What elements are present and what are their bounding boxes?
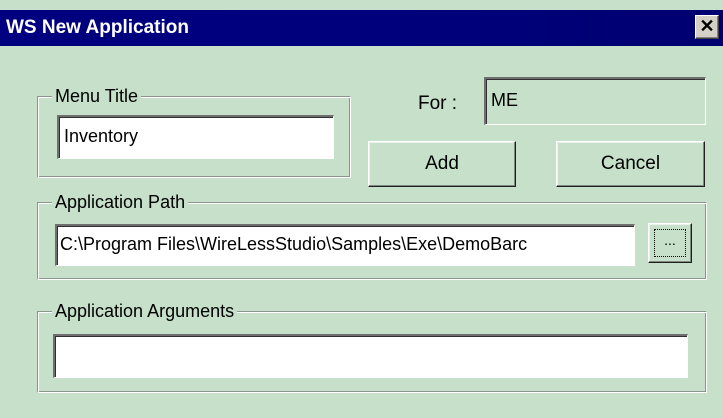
close-button[interactable]: ✕ <box>695 15 719 39</box>
application-path-legend: Application Path <box>52 192 189 213</box>
window-title: WS New Application <box>6 17 189 38</box>
for-field: ME <box>484 77 706 125</box>
application-arguments-legend: Application Arguments <box>52 301 238 322</box>
cancel-button[interactable]: Cancel <box>556 141 705 187</box>
browse-icon: ... <box>654 229 686 257</box>
close-icon: ✕ <box>699 16 715 36</box>
new-application-dialog: WS New Application ✕ Menu Title Inventor… <box>0 0 723 418</box>
browse-button[interactable]: ... <box>648 223 692 263</box>
application-path-input[interactable]: C:\Program Files\WireLessStudio\Samples\… <box>55 224 635 266</box>
menu-title-input[interactable]: Inventory <box>57 115 334 159</box>
application-arguments-group: Application Arguments <box>37 301 707 393</box>
application-arguments-input[interactable] <box>53 334 688 378</box>
title-bar[interactable]: WS New Application ✕ <box>0 10 723 46</box>
add-button[interactable]: Add <box>368 141 516 187</box>
menu-title-group: Menu Title Inventory <box>37 86 351 178</box>
application-path-group: Application Path C:\Program Files\WireLe… <box>37 192 707 280</box>
for-label: For : <box>418 93 458 114</box>
menu-title-legend: Menu Title <box>52 86 142 107</box>
